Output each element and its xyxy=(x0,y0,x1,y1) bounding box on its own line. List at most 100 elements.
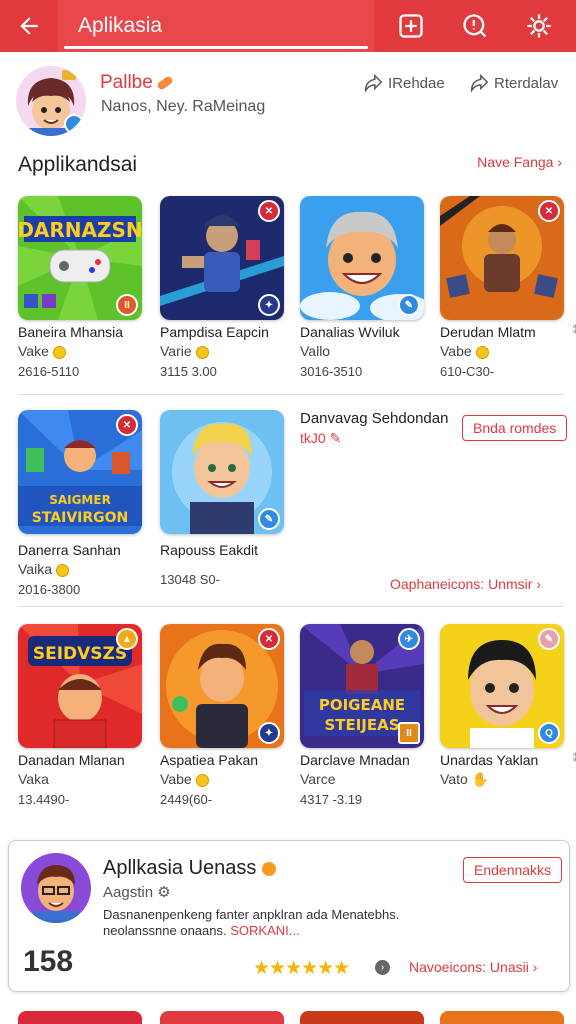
feature-action-button[interactable]: Bnda romdes xyxy=(462,415,568,441)
coin-icon xyxy=(195,345,209,359)
app-thumbnail: ✎ xyxy=(300,196,424,320)
app-badge: ✕ xyxy=(116,414,138,436)
feature-title: Danvavag Sehdondan xyxy=(300,410,449,427)
info-icon[interactable]: › xyxy=(375,960,390,975)
promo-title: Apllkasia Uenass xyxy=(103,857,277,880)
app-meta: 13.4490- xyxy=(18,792,70,807)
app-thumbnail-peek[interactable] xyxy=(160,1011,284,1024)
app-name: Danerra Sanhan xyxy=(18,542,121,558)
app-badge: ✎ xyxy=(538,628,560,650)
profile-subtitle: Nanos, Ney. RaMeinag xyxy=(101,98,266,115)
promo-subtitle: Aagstin ⚙ xyxy=(103,884,171,901)
rating-stars: ★★★★★★ xyxy=(253,958,350,979)
avatar[interactable] xyxy=(16,66,86,136)
app-thumbnail: ✕ xyxy=(440,196,564,320)
section-more-link[interactable]: Nave Fanga › xyxy=(477,154,562,170)
add-box-button[interactable] xyxy=(390,5,432,47)
app-meta: 4317 -3.19 xyxy=(300,792,363,807)
app-meta: 610-C30- xyxy=(440,364,495,379)
app-card[interactable]: ✕ ✦ Aspatiea Pakan Vabe 2449(60- xyxy=(160,624,298,807)
app-card[interactable]: POIGEANE STEIJEAS ✈ II Darclave Mnadan V… xyxy=(300,624,438,807)
app-card[interactable]: ✕ Derudan Mlatm Vabe 610-C30- ⁑ xyxy=(440,196,576,379)
settings-button[interactable] xyxy=(518,5,560,47)
app-badge: ✕ xyxy=(538,200,560,222)
coin-icon xyxy=(52,345,66,359)
thumbnail-art-text: SAIGMER xyxy=(49,493,111,507)
promo-count: 158 xyxy=(23,945,74,978)
app-tier: Vabe xyxy=(160,771,298,787)
toolbar-actions xyxy=(390,5,576,47)
info-button[interactable] xyxy=(454,5,496,47)
promo-action-button[interactable]: Endennakks xyxy=(463,857,563,883)
app-card[interactable]: SEIDVSZS ▲ Danadan Mlanan Vaka 13.4490- xyxy=(18,624,156,807)
app-name: Baneira Mhansia xyxy=(18,324,124,340)
app-thumbnail-peek[interactable] xyxy=(18,1011,142,1024)
app-card[interactable]: ✎ Rapouss Eakdit 13048 S0- xyxy=(160,410,298,587)
app-badge: Q xyxy=(538,722,560,744)
app-tier: Vato ✋ xyxy=(440,771,490,787)
app-card[interactable]: ✎ Danalias Wviluk Vallo 3016-3510 xyxy=(300,196,438,379)
app-thumbnail-peek[interactable] xyxy=(440,1011,564,1024)
app-meta: 3115 3.00 xyxy=(160,364,217,379)
app-thumbnail-peek[interactable] xyxy=(300,1011,424,1024)
pencil-tag-icon xyxy=(155,75,174,91)
more-options-icon[interactable]: ⁑ xyxy=(573,752,576,765)
app-name: Rapouss Eakdit xyxy=(160,542,259,558)
app-meta: 13048 S0- xyxy=(160,572,220,587)
app-name: Pampdisa Eapcin xyxy=(160,324,269,340)
thumbnail-art-text: DARNAZSN xyxy=(18,218,142,242)
app-badge: ✈ xyxy=(398,628,420,650)
top-app-bar: Aplikasia xyxy=(0,0,576,52)
app-meta: 3016-3510 xyxy=(300,364,363,379)
app-meta: 2616-5110 xyxy=(18,364,80,379)
divider xyxy=(18,394,564,395)
share-icon xyxy=(364,73,383,93)
add-box-icon xyxy=(399,14,423,38)
thumbnail-art-text: SEIDVSZS xyxy=(33,644,127,664)
title-tab[interactable]: Aplikasia xyxy=(58,0,374,52)
app-badge: ✦ xyxy=(258,722,280,744)
app-tier: Vaka xyxy=(18,771,49,787)
promo-card[interactable]: Apllkasia Uenass Aagstin ⚙ Dasnanenpenke… xyxy=(8,840,570,992)
app-name: Danadan Mlanan xyxy=(18,752,125,768)
app-card[interactable]: ✕ ✦ Pampdisa Eapcin Varie 3115 3.00 xyxy=(160,196,298,379)
app-thumbnail: POIGEANE STEIJEAS ✈ II xyxy=(300,624,424,748)
app-tier: Varie xyxy=(160,343,298,359)
app-thumbnail: ✎ xyxy=(160,410,284,534)
promo-link[interactable]: Navoeicons: Unasii › xyxy=(409,959,537,975)
app-badge: II xyxy=(398,722,420,744)
page-title: Aplikasia xyxy=(78,14,163,37)
divider xyxy=(18,606,564,607)
app-badge: ✕ xyxy=(258,628,280,650)
row-more-link[interactable]: Oaphaneicons: Unmsir › xyxy=(390,576,541,592)
app-name: Darclave Mnadan xyxy=(300,752,410,768)
app-thumbnail: SAIGMER STAIVIRGON ✕ xyxy=(18,410,142,534)
back-button[interactable] xyxy=(0,0,58,52)
app-thumbnail: ✕ ✦ xyxy=(160,196,284,320)
share-label: IRehdae xyxy=(388,74,445,92)
app-card[interactable]: ✎ Q Unardas Yaklan Vato ✋ ⁑ xyxy=(440,624,576,793)
tag-icon: ✎ xyxy=(329,430,342,446)
app-card[interactable]: DARNAZSN II Baneira Mhansia Vake 2616-51… xyxy=(18,196,156,379)
tab-underline xyxy=(64,46,368,49)
share-button-1[interactable]: IRehdae xyxy=(362,72,445,94)
app-name: Derudan Mlatm xyxy=(440,324,536,340)
app-badge: ✎ xyxy=(258,508,280,530)
app-name: Unardas Yaklan xyxy=(440,752,539,768)
share-button-2[interactable]: Rterdalav xyxy=(468,72,558,94)
section-title: Applikandsai xyxy=(18,153,138,176)
app-badge: ▲ xyxy=(116,628,138,650)
profile-section: Pallbe Nanos, Ney. RaMeinag IRehdae Rter… xyxy=(0,60,576,142)
app-screen: Aplikasia Pallbe Nanos, Ney. RaMeinag IR… xyxy=(0,0,576,1024)
more-options-icon[interactable]: ⁑ xyxy=(573,324,576,337)
app-badge: ✕ xyxy=(258,200,280,222)
profile-name: Pallbe xyxy=(100,72,174,94)
settings-icon xyxy=(527,14,551,38)
info-icon xyxy=(463,14,487,38)
share-icon xyxy=(470,73,489,93)
coin-icon xyxy=(195,773,209,787)
app-name: Aspatiea Pakan xyxy=(160,752,259,768)
status-dot-icon xyxy=(262,861,277,876)
promo-description: Dasnanenpenkeng fanter anpklran ada Mena… xyxy=(103,907,400,938)
app-card[interactable]: SAIGMER STAIVIRGON ✕ Danerra Sanhan Vaik… xyxy=(18,410,156,597)
